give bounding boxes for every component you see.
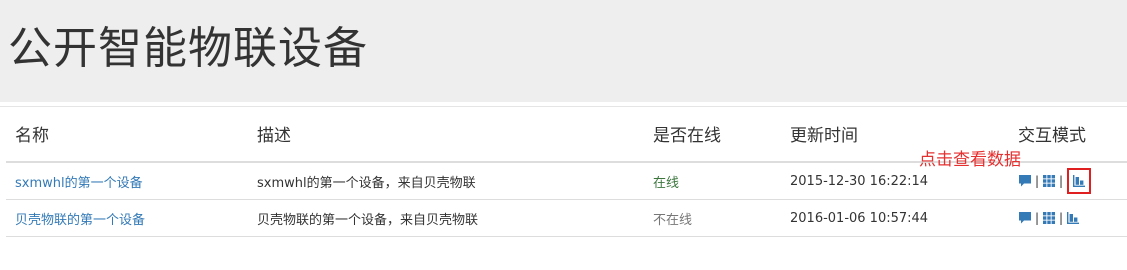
table-row: 贝壳物联的第一个设备 贝壳物联的第一个设备，来自贝壳物联 不在线 2016-01… bbox=[6, 199, 1127, 237]
chart-icon[interactable] bbox=[1072, 174, 1086, 188]
column-header-online: 是否在线 bbox=[644, 106, 781, 163]
separator: | bbox=[1035, 174, 1040, 188]
devices-table: 名称 描述 是否在线 更新时间 交互模式 sxmwhl的第一个设备 sxmwhl… bbox=[6, 106, 1127, 237]
action-group: | | bbox=[1018, 211, 1127, 225]
chart-icon[interactable] bbox=[1066, 211, 1080, 225]
page-title: 公开智能物联设备 bbox=[8, 23, 368, 74]
page-header: 公开智能物联设备 bbox=[0, 0, 1127, 102]
cell-actions: | | bbox=[1009, 199, 1127, 237]
status-offline: 不在线 bbox=[644, 199, 781, 237]
cell-name: 贝壳物联的第一个设备 bbox=[6, 199, 248, 237]
highlight-box bbox=[1067, 168, 1092, 194]
annotation-label: 点击查看数据 bbox=[919, 150, 1021, 170]
chat-icon[interactable] bbox=[1018, 174, 1032, 188]
grid-icon[interactable] bbox=[1042, 174, 1056, 188]
action-group: | | bbox=[1018, 168, 1127, 194]
separator: | bbox=[1035, 211, 1040, 225]
device-link[interactable]: 贝壳物联的第一个设备 bbox=[15, 213, 145, 228]
column-header-interaction: 交互模式 bbox=[1009, 106, 1127, 163]
column-header-name: 名称 bbox=[6, 106, 248, 163]
separator: | bbox=[1059, 174, 1064, 188]
status-online: 在线 bbox=[644, 162, 781, 200]
cell-description: 贝壳物联的第一个设备，来自贝壳物联 bbox=[248, 199, 644, 237]
grid-icon[interactable] bbox=[1042, 211, 1056, 225]
device-link[interactable]: sxmwhl的第一个设备 bbox=[15, 176, 143, 191]
chat-icon[interactable] bbox=[1018, 211, 1032, 225]
separator: | bbox=[1059, 211, 1064, 225]
column-header-description: 描述 bbox=[248, 106, 644, 163]
cell-name: sxmwhl的第一个设备 bbox=[6, 162, 248, 200]
cell-description: sxmwhl的第一个设备，来自贝壳物联 bbox=[248, 162, 644, 200]
cell-actions: | | bbox=[1009, 162, 1127, 200]
cell-updated: 2016-01-06 10:57:44 bbox=[781, 199, 1009, 237]
